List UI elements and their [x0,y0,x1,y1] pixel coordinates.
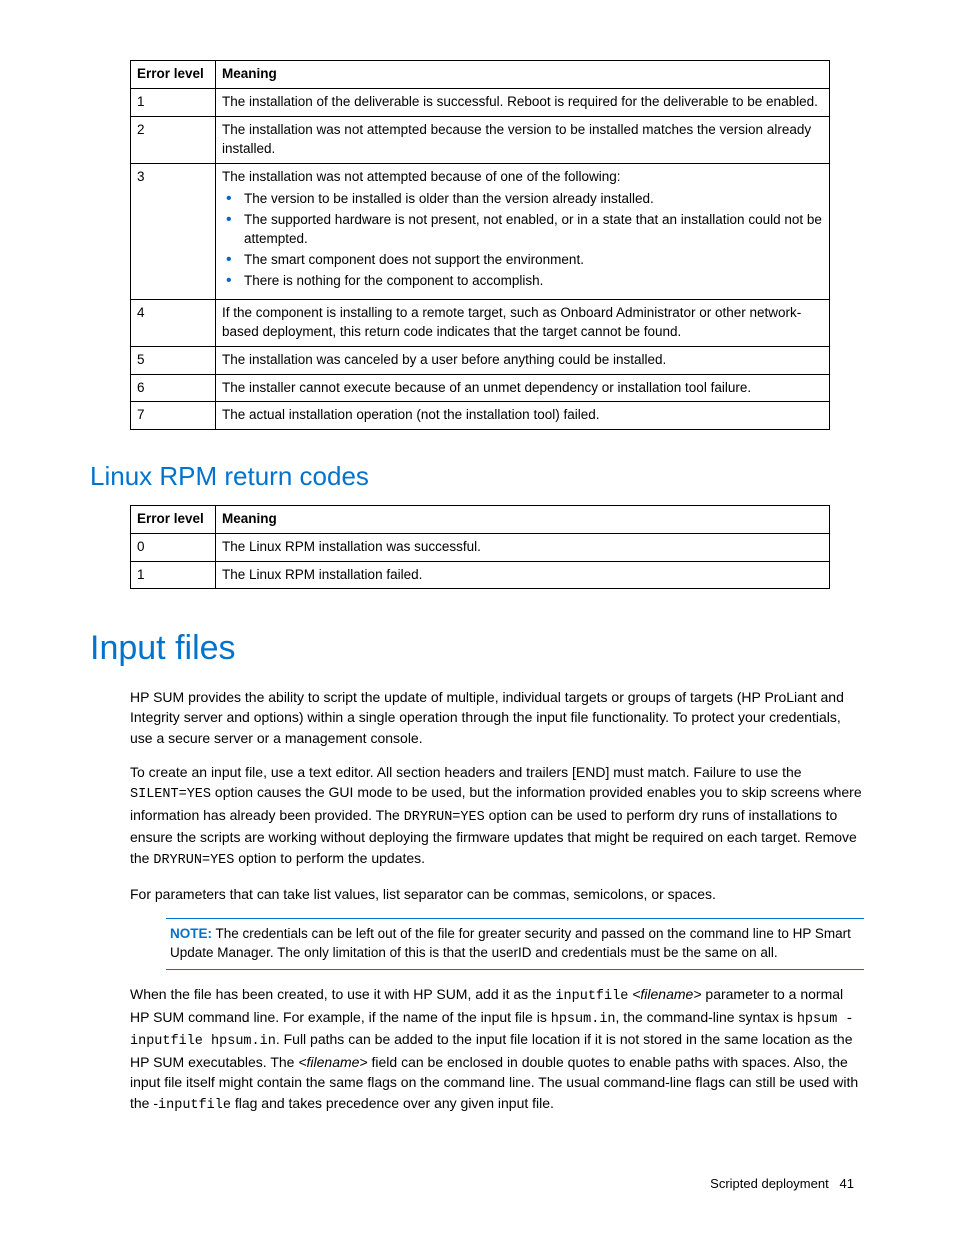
note-label: NOTE: [170,926,212,941]
table-row: 3 The installation was not attempted bec… [131,163,830,299]
cell-meaning: The Linux RPM installation was successfu… [216,533,830,561]
cell-level: 4 [131,299,216,346]
cell-level: 7 [131,402,216,430]
heading-rpm: Linux RPM return codes [90,458,864,494]
cell-level: 3 [131,163,216,299]
note-text: The credentials can be left out of the f… [170,926,851,960]
cell-meaning: The installation of the deliverable is s… [216,88,830,116]
cell-meaning: The Linux RPM installation failed. [216,561,830,589]
table-row: 4 If the component is installing to a re… [131,299,830,346]
list-item: The supported hardware is not present, n… [240,211,823,249]
cell-meaning: The installer cannot execute because of … [216,374,830,402]
cell-level: 2 [131,116,216,163]
text: To create an input file, use a text edit… [130,764,802,780]
paragraph: For parameters that can take list values… [130,884,864,904]
list-item: There is nothing for the component to ac… [240,272,823,291]
table-row: 5 The installation was canceled by a use… [131,346,830,374]
italic-text: <filename> [632,986,701,1002]
cell-meaning: The installation was not attempted becau… [216,163,830,299]
code-text: hpsum.in [551,1012,616,1027]
code-text: inputfile [555,989,628,1004]
cell-level: 0 [131,533,216,561]
page-footer: Scripted deployment 41 [90,1175,864,1193]
text: When the file has been created, to use i… [130,986,555,1002]
list-item: The smart component does not support the… [240,251,823,270]
paragraph: To create an input file, use a text edit… [130,762,864,870]
table-row: 2 The installation was not attempted bec… [131,116,830,163]
italic-text: <filename> [298,1054,367,1070]
cell-level: 1 [131,561,216,589]
footer-page: 41 [840,1176,854,1191]
cell-meaning: The actual installation operation (not t… [216,402,830,430]
table-row: 6 The installer cannot execute because o… [131,374,830,402]
table-row: 1 The installation of the deliverable is… [131,88,830,116]
cell-level: 6 [131,374,216,402]
bullet-list: The version to be installed is older tha… [222,190,823,290]
cell-meaning: If the component is installing to a remo… [216,299,830,346]
paragraph: When the file has been created, to use i… [130,984,864,1115]
note-box: NOTE: The credentials can be left out of… [166,918,864,970]
list-item: The version to be installed is older tha… [240,190,823,209]
cell-meaning: The installation was canceled by a user … [216,346,830,374]
th-meaning: Meaning [216,505,830,533]
cell-level: 5 [131,346,216,374]
text: flag and takes precedence over any given… [231,1095,554,1111]
th-error-level: Error level [131,61,216,89]
heading-input-files: Input files [90,625,864,673]
code-text: DRYRUN=YES [404,810,485,825]
text: , the command-line syntax is [616,1009,797,1025]
code-text: DRYRUN=YES [153,853,234,868]
code-text: inputfile [158,1098,231,1113]
th-error-level: Error level [131,505,216,533]
cell-intro: The installation was not attempted becau… [222,169,621,184]
rpm-table: Error level Meaning 0 The Linux RPM inst… [130,505,830,590]
table-row: 0 The Linux RPM installation was success… [131,533,830,561]
error-level-table: Error level Meaning 1 The installation o… [130,60,830,430]
table-row: 7 The actual installation operation (not… [131,402,830,430]
footer-section: Scripted deployment [710,1176,829,1191]
table-row: 1 The Linux RPM installation failed. [131,561,830,589]
text: option to perform the updates. [234,850,425,866]
cell-level: 1 [131,88,216,116]
th-meaning: Meaning [216,61,830,89]
cell-meaning: The installation was not attempted becau… [216,116,830,163]
code-text: SILENT=YES [130,787,211,802]
paragraph: HP SUM provides the ability to script th… [130,687,864,748]
